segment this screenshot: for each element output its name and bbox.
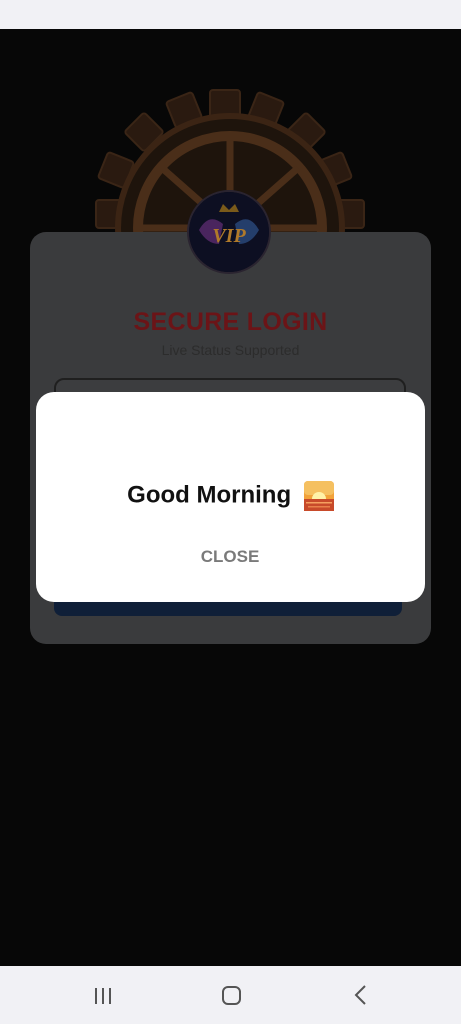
navigation-bar — [0, 966, 461, 1024]
login-subtitle: Live Status Supported — [161, 342, 300, 358]
greeting-dialog: Good Morning CLOSE — [36, 392, 425, 602]
home-button[interactable] — [212, 980, 252, 1010]
status-bar — [0, 0, 461, 29]
dialog-message-text: Good Morning — [127, 481, 292, 509]
login-title: SECURE LOGIN — [133, 308, 328, 336]
vip-logo: VIP — [187, 190, 271, 274]
close-button[interactable]: CLOSE — [180, 542, 280, 572]
recent-apps-button[interactable] — [83, 980, 123, 1010]
back-icon — [354, 985, 366, 1005]
home-icon — [222, 986, 241, 1005]
recent-apps-icon — [95, 988, 111, 1004]
sunrise-icon — [303, 480, 334, 511]
dialog-message: Good Morning — [36, 480, 425, 511]
back-button[interactable] — [341, 980, 381, 1010]
svg-text:VIP: VIP — [212, 225, 246, 247]
vip-logo-graphic: VIP — [189, 192, 269, 272]
